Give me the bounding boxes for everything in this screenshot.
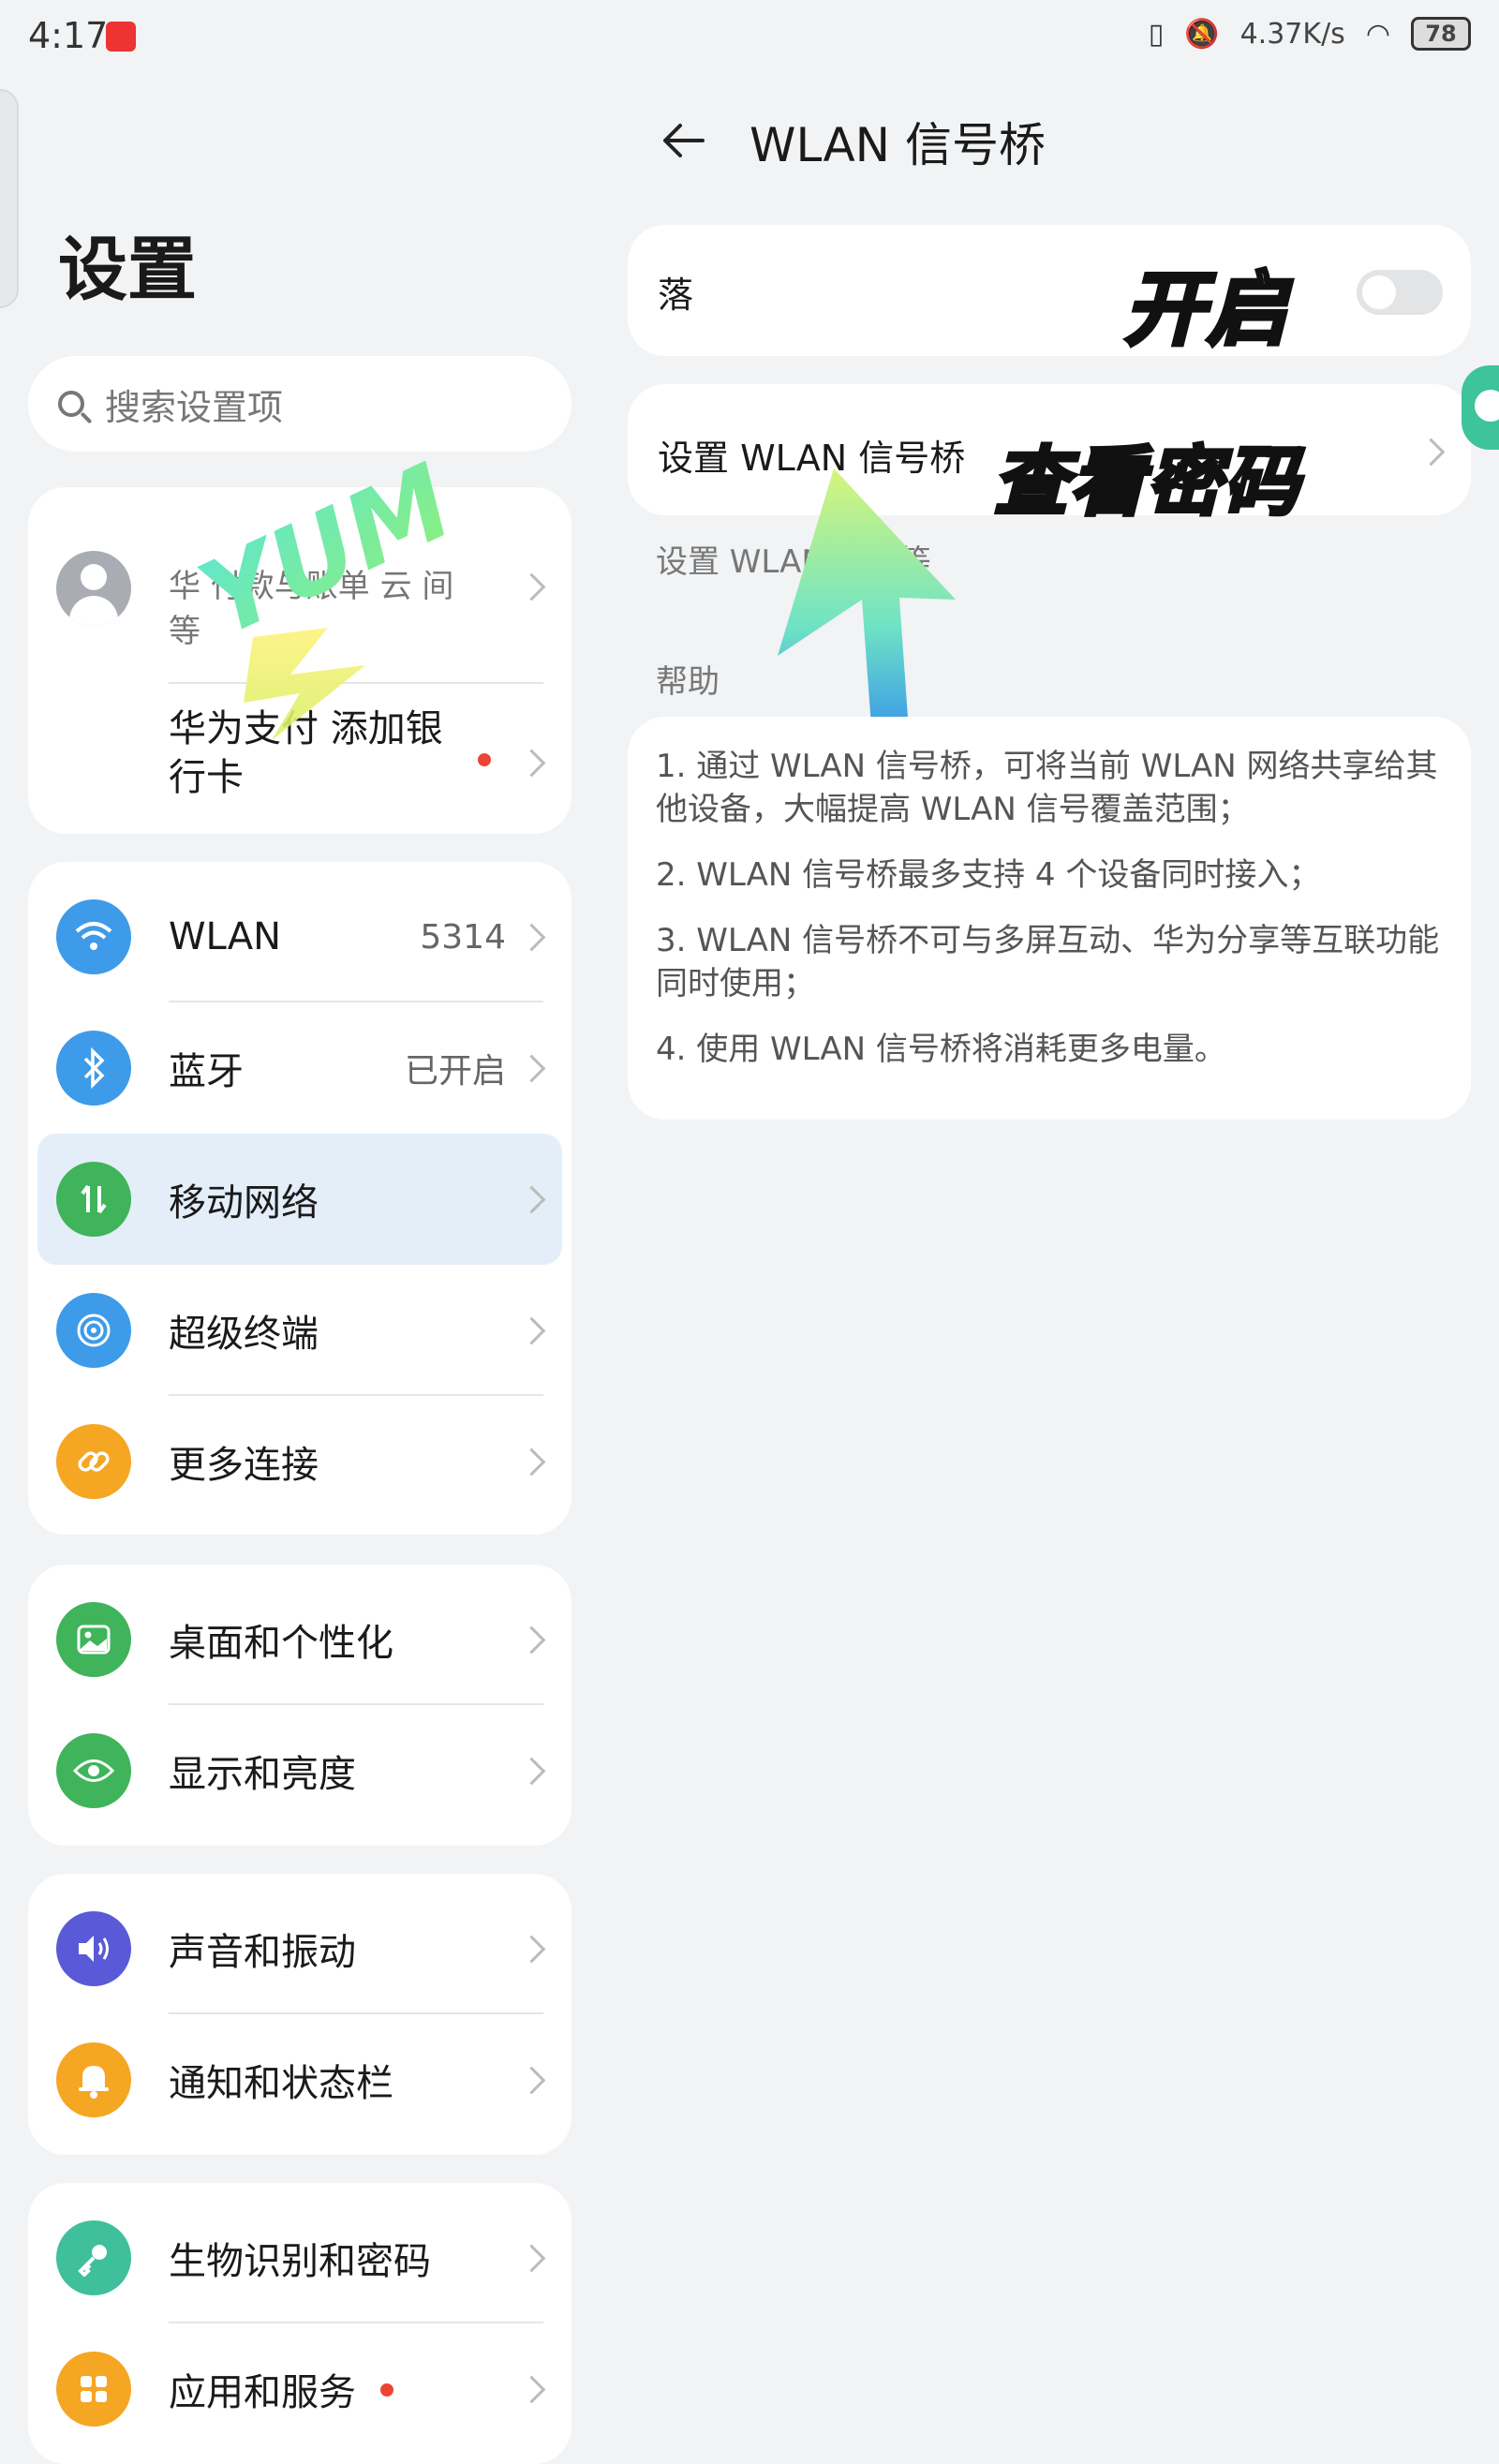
huawei-pay-row[interactable]: 华为支付 添加银行卡 bbox=[28, 684, 571, 834]
page-title: 设置 bbox=[58, 230, 197, 310]
overlay-annotation-password: 查看密码 bbox=[991, 437, 1300, 527]
chevron-right-icon bbox=[517, 2244, 546, 2272]
status-right: ▯ 🔕 4.37K/s ◠ 78 bbox=[1149, 17, 1471, 51]
search-icon bbox=[58, 391, 84, 417]
wallpaper-icon bbox=[56, 1602, 131, 1677]
security-group: 生物识别和密码 应用和服务 bbox=[28, 2183, 571, 2464]
network-speed: 4.37K/s bbox=[1239, 17, 1345, 51]
item-label: 通知和状态栏 bbox=[169, 2062, 393, 2105]
arrow-annotation-icon bbox=[778, 468, 956, 731]
key-icon bbox=[56, 2220, 131, 2295]
settings-item-more-connections[interactable]: 更多连接 bbox=[28, 1396, 571, 1527]
chevron-right-icon bbox=[517, 2066, 546, 2094]
apps-icon bbox=[56, 2352, 131, 2427]
notification-dot bbox=[380, 2383, 393, 2397]
help-list: 1. 通过 WLAN 信号桥，可将当前 WLAN 网络共享给其他设备，大幅提高 … bbox=[656, 745, 1443, 1093]
settings-item-mobile-network[interactable]: 移动网络 bbox=[37, 1134, 562, 1265]
bridge-toggle[interactable] bbox=[1357, 270, 1443, 315]
bell-icon bbox=[56, 2042, 131, 2117]
chevron-right-icon bbox=[517, 572, 546, 601]
back-arrow-icon[interactable] bbox=[656, 112, 712, 169]
settings-item-super-device[interactable]: 超级终端 bbox=[28, 1265, 571, 1396]
item-label: 更多连接 bbox=[169, 1444, 319, 1487]
bridge-toggle-card[interactable]: 落 开启 bbox=[628, 225, 1471, 359]
item-value: 已开启 bbox=[404, 1052, 506, 1091]
item-label: WLAN bbox=[169, 915, 282, 958]
item-value: 5314 bbox=[420, 917, 506, 957]
chevron-right-icon bbox=[517, 1757, 546, 1785]
chevron-right-icon bbox=[517, 1316, 546, 1344]
avatar bbox=[56, 551, 131, 626]
account-subtitle: 华 付款与账单 云 间等 bbox=[169, 568, 454, 650]
chevron-right-icon bbox=[517, 1935, 546, 1963]
account-card: 华 付款与账单 云 间等 华为支付 添加银行卡 bbox=[28, 487, 571, 834]
sound-group: 声音和振动 通知和状态栏 bbox=[28, 1874, 571, 2155]
chevron-right-icon bbox=[517, 1447, 546, 1476]
chevron-right-icon bbox=[517, 1054, 546, 1082]
settings-item-notifications[interactable]: 通知和状态栏 bbox=[28, 2014, 571, 2145]
mobile-data-icon bbox=[56, 1162, 131, 1237]
bluetooth-icon bbox=[56, 1031, 131, 1106]
item-label: 应用和服务 bbox=[169, 2371, 356, 2414]
item-label: 显示和亮度 bbox=[169, 1753, 356, 1796]
item-label: 超级终端 bbox=[169, 1313, 319, 1356]
settings-item-apps[interactable]: 应用和服务 bbox=[28, 2323, 571, 2455]
edge-handle[interactable] bbox=[0, 89, 19, 308]
connectivity-group: WLAN 5314 蓝牙 已开启 移动网络 超级终端 更多连接 bbox=[28, 862, 571, 1535]
help-item: 2. WLAN 信号桥最多支持 4 个设备同时接入； bbox=[656, 856, 1321, 894]
vibrate-icon: ▯ bbox=[1148, 17, 1165, 51]
search-bar[interactable]: 搜索设置项 bbox=[28, 356, 571, 452]
item-label: 桌面和个性化 bbox=[169, 1622, 393, 1665]
settings-item-sound[interactable]: 声音和振动 bbox=[28, 1883, 571, 2014]
search-placeholder: 搜索设置项 bbox=[105, 386, 284, 428]
chevron-right-icon bbox=[517, 2375, 546, 2403]
status-time: 4:17 bbox=[28, 15, 109, 56]
link-icon bbox=[56, 1424, 131, 1499]
settings-item-wlan[interactable]: WLAN 5314 bbox=[28, 871, 571, 1002]
help-header: 帮助 bbox=[656, 663, 720, 701]
account-row[interactable]: 华 付款与账单 云 间等 bbox=[28, 487, 571, 684]
help-card: 1. 通过 WLAN 信号桥，可将当前 WLAN 网络共享给其他设备，大幅提高 … bbox=[628, 717, 1471, 1120]
item-label: 移动网络 bbox=[169, 1181, 319, 1225]
help-item: 3. WLAN 信号桥不可与多屏互动、华为分享等互联功能同时使用； bbox=[656, 922, 1440, 1002]
chevron-right-icon bbox=[517, 1185, 546, 1213]
huawei-pay-label: 华为支付 添加银行卡 bbox=[169, 707, 443, 799]
item-label: 声音和振动 bbox=[169, 1931, 356, 1974]
wifi-status-icon: ◠ bbox=[1365, 17, 1390, 51]
page-title-wlan-bridge: WLAN 信号桥 bbox=[750, 118, 1046, 172]
item-label: 生物识别和密码 bbox=[169, 2240, 431, 2283]
settings-item-home-screen[interactable]: 桌面和个性化 bbox=[28, 1574, 571, 1705]
app-notification-icon bbox=[106, 22, 136, 52]
settings-item-display[interactable]: 显示和亮度 bbox=[28, 1705, 571, 1836]
chevron-right-icon bbox=[517, 1625, 546, 1654]
toggle-label: 落 bbox=[658, 275, 694, 316]
settings-item-biometrics[interactable]: 生物识别和密码 bbox=[28, 2192, 571, 2323]
sound-icon bbox=[56, 1911, 131, 1986]
chevron-right-icon bbox=[517, 749, 546, 778]
chevron-right-icon bbox=[517, 923, 546, 951]
eye-icon bbox=[56, 1733, 131, 1808]
overlay-annotation-on: 开启 bbox=[1122, 261, 1289, 359]
wifi-icon bbox=[56, 899, 131, 974]
chevron-right-icon bbox=[1417, 438, 1446, 467]
status-bar: 4:17 ▯ 🔕 4.37K/s ◠ 78 bbox=[0, 0, 1499, 75]
notification-dot bbox=[478, 753, 491, 766]
mute-icon: 🔕 bbox=[1184, 17, 1220, 51]
item-label: 蓝牙 bbox=[169, 1050, 244, 1093]
floating-assistant-icon[interactable] bbox=[1462, 365, 1499, 450]
help-item: 1. 通过 WLAN 信号桥，可将当前 WLAN 网络共享给其他设备，大幅提高 … bbox=[656, 748, 1438, 828]
display-group: 桌面和个性化 显示和亮度 bbox=[28, 1565, 571, 1846]
help-item: 4. 使用 WLAN 信号桥将消耗更多电量。 bbox=[656, 1031, 1226, 1068]
settings-item-bluetooth[interactable]: 蓝牙 已开启 bbox=[28, 1002, 571, 1134]
super-device-icon bbox=[56, 1293, 131, 1368]
battery-level: 78 bbox=[1411, 17, 1471, 51]
setup-bridge-card[interactable]: 设置 WLAN 信号桥 查看密码 bbox=[628, 384, 1471, 527]
